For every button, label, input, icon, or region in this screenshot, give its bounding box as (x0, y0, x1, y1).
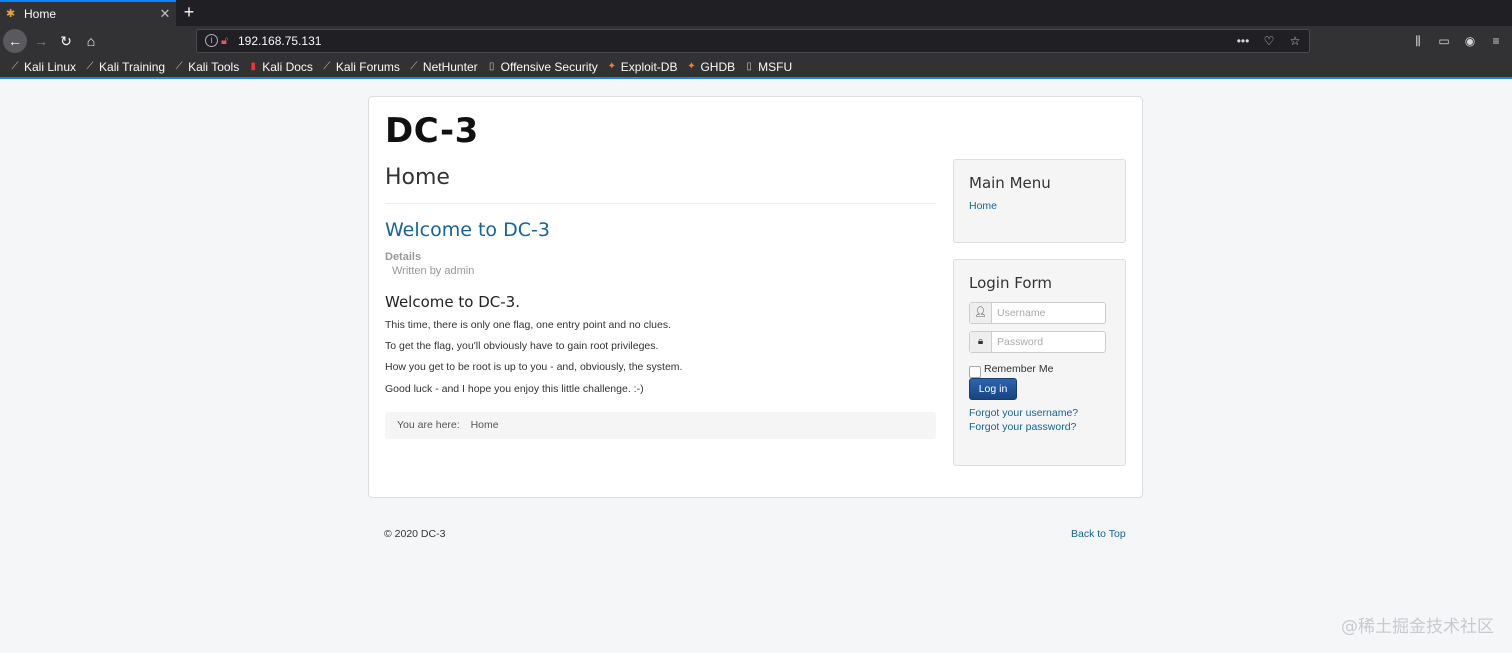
new-tab-button[interactable]: + (178, 1, 200, 25)
footer-copyright: © 2020 DC-3 (384, 528, 446, 540)
home-button[interactable]: ⌂ (80, 30, 102, 52)
close-tab-icon[interactable]: ✕ (154, 6, 176, 22)
article-subtitle: Welcome to DC-3. (385, 293, 520, 311)
kali-docs-icon: ▮ (250, 61, 256, 72)
back-to-top-link[interactable]: Back to Top (1071, 528, 1126, 540)
article-title-link[interactable]: Welcome to DC-3 (385, 219, 550, 241)
kali-icon: ⟋ (11, 61, 19, 72)
kali-icon: ⟋ (175, 61, 183, 72)
bookmark-kali-forums[interactable]: ⟋ Kali Forums (322, 60, 400, 74)
bookmark-kali-linux[interactable]: ⟋ Kali Linux (10, 60, 77, 74)
article-paragraph: How you get to be root is up to you - an… (385, 361, 683, 373)
details-label: Details (385, 251, 422, 263)
login-button[interactable]: Log in (969, 378, 1017, 400)
lock-icon: 🔒︎ (970, 332, 992, 352)
remember-me-label: Remember Me (984, 363, 1054, 375)
page-actions-icon[interactable]: ••• (1235, 32, 1251, 50)
url-bar[interactable]: i 🔓︎ 192.168.75.131 ••• ♡ ☆ (196, 29, 1310, 53)
info-icon[interactable]: i (205, 34, 218, 47)
remember-me-checkbox[interactable] (969, 366, 981, 378)
main-menu-module: Main Menu Home (953, 159, 1126, 243)
article-paragraph: To get the flag, you'll obviously have t… (385, 340, 659, 352)
account-icon[interactable]: ◉ (1462, 32, 1478, 50)
kali-icon: ⟋ (323, 61, 331, 72)
pocket-icon[interactable]: ♡ (1261, 32, 1277, 50)
username-input[interactable] (992, 303, 1105, 323)
url-actions: ••• ♡ ☆ (1235, 32, 1303, 50)
sidebar-icon[interactable]: ▭ (1436, 32, 1452, 50)
breadcrumb-current: Home (470, 419, 499, 431)
bookmark-kali-tools[interactable]: ⟋ Kali Tools (174, 60, 240, 74)
login-form-module: Login Form 👤︎ 🔒︎ Remember Me Log in Forg… (953, 259, 1126, 466)
bookmark-kali-docs[interactable]: ▮ Kali Docs (248, 60, 312, 74)
toolbar-right: ⫼ ▭ ◉ ≡ (1410, 32, 1504, 50)
forward-button[interactable]: → (30, 30, 52, 52)
back-button[interactable]: ← (3, 29, 27, 53)
breadcrumb: You are here: Home (385, 412, 936, 439)
password-input[interactable] (992, 332, 1105, 352)
bookmark-kali-training[interactable]: ⟋ Kali Training (85, 60, 166, 74)
page-container: DC-3 Home Welcome to DC-3 Details Writte… (368, 96, 1143, 498)
page-heading: Home (385, 165, 450, 190)
joomla-icon: ✱ (6, 8, 16, 20)
insecure-lock-icon[interactable]: 🔓︎ (221, 34, 233, 48)
password-field: 🔒︎ (969, 331, 1106, 353)
kali-icon: ⟋ (86, 61, 94, 72)
user-icon: 👤︎ (970, 303, 992, 323)
bookmarks-bar: ⟋ Kali Linux ⟋ Kali Training ⟋ Kali Tools ▮… (0, 57, 1512, 77)
watermark: @稀土掘金技术社区 (1341, 617, 1494, 637)
article-paragraph: Good luck - and I hope you enjoy this li… (385, 383, 644, 395)
forgot-password-link[interactable]: Forgot your password? (969, 421, 1076, 433)
main-menu-title: Main Menu (969, 174, 1051, 192)
toolbar-accent-line (0, 77, 1512, 79)
url-text[interactable]: 192.168.75.131 (238, 34, 321, 48)
breadcrumb-prefix: You are here: (397, 419, 460, 431)
navigation-bar: ← → ↻ ⌂ i 🔓︎ 192.168.75.131 ••• ♡ ☆ ⫼ ▭ … (0, 26, 1512, 57)
remember-me: Remember Me (969, 360, 1053, 378)
tab-home[interactable]: ✱ Home ✕ (0, 0, 176, 26)
username-field: 👤︎ (969, 302, 1106, 324)
bookmark-exploit-db[interactable]: ✦ Exploit-DB (607, 60, 678, 74)
exploitdb-icon: ✦ (607, 61, 616, 72)
offsec-icon: ▯ (488, 61, 495, 72)
tab-title: Home (24, 7, 57, 21)
kali-icon: ⟋ (410, 61, 418, 72)
menu-item-home[interactable]: Home (969, 200, 997, 212)
star-icon[interactable]: ☆ (1287, 32, 1303, 50)
article-paragraph: This time, there is only one flag, one e… (385, 319, 671, 331)
bookmark-offensive-security[interactable]: ▯ Offensive Security (487, 60, 598, 74)
site-title[interactable]: DC-3 (385, 111, 479, 151)
bookmark-nethunter[interactable]: ⟋ NetHunter (409, 60, 477, 74)
ghdb-icon: ✦ (687, 61, 696, 72)
tab-bar: ✱ Home ✕ + (0, 0, 1512, 26)
library-icon[interactable]: ⫼ (1410, 32, 1426, 50)
offsec-icon: ▯ (746, 61, 752, 72)
bookmark-ghdb[interactable]: ✦ GHDB (686, 60, 735, 74)
forgot-username-link[interactable]: Forgot your username? (969, 407, 1078, 419)
heading-divider (385, 203, 936, 204)
bookmark-msfu[interactable]: ▯ MSFU (744, 60, 792, 74)
menu-icon[interactable]: ≡ (1488, 32, 1504, 50)
reload-button[interactable]: ↻ (55, 30, 77, 52)
article-author: Written by admin (392, 265, 475, 277)
login-form-title: Login Form (969, 274, 1053, 292)
